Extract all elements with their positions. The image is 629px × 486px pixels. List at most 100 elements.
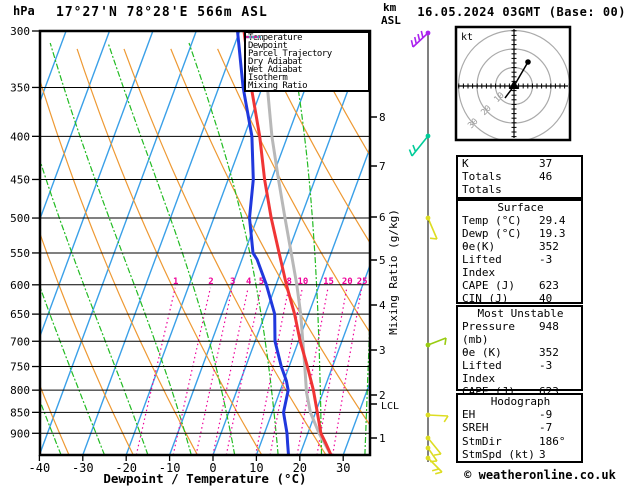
series-dewpoint	[236, 32, 290, 454]
stat-label: EH	[462, 408, 476, 422]
legend-item: Mixing Ratio	[246, 36, 368, 91]
wind-barb	[408, 133, 431, 157]
stat-value: 186°	[539, 434, 566, 448]
wind-barb-column	[408, 30, 449, 475]
wind-barb	[425, 215, 438, 240]
stat-row: θe(K) 352	[462, 240, 579, 253]
station-title: 17°27'N 78°28'E 566m ASL	[56, 5, 268, 20]
stat-value: 46	[539, 170, 553, 183]
stat-label: Lifted Index	[462, 253, 502, 279]
stat-value: 948	[539, 320, 559, 333]
stat-value: 29.4	[539, 214, 566, 227]
altitude-axis-unit-asl: ASL	[381, 14, 401, 27]
stat-row: Dewp (°C) 19.3	[462, 227, 579, 240]
svg-text:5: 5	[379, 254, 386, 267]
hodograph-plot: 102030kt	[454, 25, 572, 142]
stat-row: SREH -7	[462, 421, 579, 434]
svg-text:350: 350	[10, 81, 30, 94]
svg-text:850: 850	[10, 406, 30, 419]
stat-row: K 37	[462, 157, 579, 170]
legend-line-swatch	[246, 36, 261, 38]
svg-text:10: 10	[297, 277, 308, 287]
pressure-tick-labels: 300 350 400 450 500 550 600 650 700 750 800 850 900	[10, 25, 40, 440]
stat-label: Dewp (°C)	[462, 227, 522, 240]
stat-row: StmSpd (kt) 3	[462, 448, 579, 461]
legend-box: Temperature Dewpoint Parcel Trajectory Dry …	[244, 31, 370, 92]
svg-text:550: 550	[10, 247, 30, 260]
stat-label: Totals Totals	[462, 170, 502, 196]
svg-text:4: 4	[246, 277, 252, 287]
stat-label: CIN (J)	[462, 292, 509, 305]
hodograph-unit-label: kt	[461, 32, 473, 43]
stat-label: K	[462, 157, 469, 170]
svg-text:-30: -30	[72, 461, 94, 475]
svg-text:800: 800	[10, 384, 30, 397]
stat-row: Lifted Index -3	[462, 253, 579, 279]
wind-barb	[425, 412, 449, 423]
svg-text:6: 6	[379, 211, 386, 224]
stat-value: 37	[539, 157, 553, 170]
svg-text:650: 650	[10, 308, 30, 321]
wet-adiabats	[41, 42, 369, 454]
svg-text:15: 15	[323, 277, 334, 287]
svg-text:25: 25	[357, 277, 368, 287]
svg-text:400: 400	[10, 130, 30, 143]
stat-label: θe (K)	[462, 346, 502, 359]
stat-label: Pressure (mb)	[462, 320, 515, 346]
stats-section: Most Unstable Pressure (mb) 948 θe (K) 352 Li…	[456, 305, 583, 411]
svg-text:450: 450	[10, 173, 30, 186]
stat-row: CIN (J) 40	[462, 292, 579, 305]
stats-section: K37Totals Totals46PW (cm)4.35	[456, 155, 583, 209]
stat-label: Temp (°C)	[462, 214, 522, 227]
stat-value: -3	[539, 359, 553, 372]
svg-text:7: 7	[379, 160, 386, 173]
x-axis-label: Dewpoint / Temperature (°C)	[103, 471, 306, 486]
stat-row: Totals Totals 46	[462, 170, 579, 196]
svg-text:500: 500	[10, 212, 30, 225]
svg-text:600: 600	[10, 279, 30, 292]
stat-row: CAPE (J) 623	[462, 279, 579, 292]
svg-text:700: 700	[10, 335, 30, 348]
stat-label: StmSpd (kt)	[462, 447, 535, 461]
credit-text: © weatheronline.co.uk	[464, 468, 616, 482]
stat-label: SREH	[462, 421, 489, 435]
stat-label: CAPE (J)	[462, 279, 515, 292]
mixing-ratio-axis-label: Mixing Ratio (g/kg)	[387, 209, 400, 335]
stat-value: 623	[539, 279, 559, 292]
wind-barb	[425, 455, 443, 475]
stat-value: 3	[539, 447, 546, 461]
sounding-screenshot: 1 2 3 4 5 8 10 15 20 25 300 350 400 450 500 550 600 650 70…	[0, 0, 629, 486]
stat-row: Lifted Index -3	[462, 359, 579, 385]
pressure-axis-unit: hPa	[13, 4, 35, 18]
stat-label: Lifted Index	[462, 359, 502, 385]
hodograph-trace-dot	[525, 59, 531, 65]
svg-text:30: 30	[336, 461, 350, 475]
stat-row: StmDir 186°	[462, 435, 579, 448]
stats-section: Surface Temp (°C) 29.4 Dewp (°C) 19.3 θe(K) 35…	[456, 199, 583, 305]
stat-value: -9	[539, 408, 553, 422]
stats-section-title: Surface	[497, 201, 544, 214]
stat-label: StmDir	[462, 434, 502, 448]
stat-row: Pressure (mb) 948	[462, 320, 579, 346]
svg-text:1: 1	[173, 277, 178, 287]
svg-text:3: 3	[230, 277, 235, 287]
stat-label: θe(K)	[462, 240, 496, 253]
svg-text:4: 4	[379, 299, 386, 312]
stat-value: 40	[539, 292, 553, 305]
svg-text:750: 750	[10, 361, 30, 374]
stat-value: -7	[539, 421, 553, 435]
stats-section: Hodograph EH -9 SREH -7 StmDir 186° StmSpd (kt)…	[456, 393, 583, 463]
run-datetime: 16.05.2024 03GMT (Base: 00)	[417, 5, 626, 19]
wind-barb	[425, 337, 447, 348]
mixing-ratio-lines	[135, 287, 363, 454]
legend-item-label: Mixing Ratio	[248, 81, 308, 91]
stat-row: EH -9	[462, 408, 579, 421]
altitude-axis-unit-km: km	[383, 1, 397, 14]
stats-section-title: Hodograph	[490, 395, 551, 409]
svg-text:900: 900	[10, 427, 30, 440]
stat-value: 19.3	[539, 227, 566, 240]
svg-text:8: 8	[379, 111, 386, 124]
stat-value: 352	[539, 240, 559, 253]
stat-row: Temp (°C) 29.4	[462, 214, 579, 227]
stat-value: -3	[539, 253, 553, 266]
